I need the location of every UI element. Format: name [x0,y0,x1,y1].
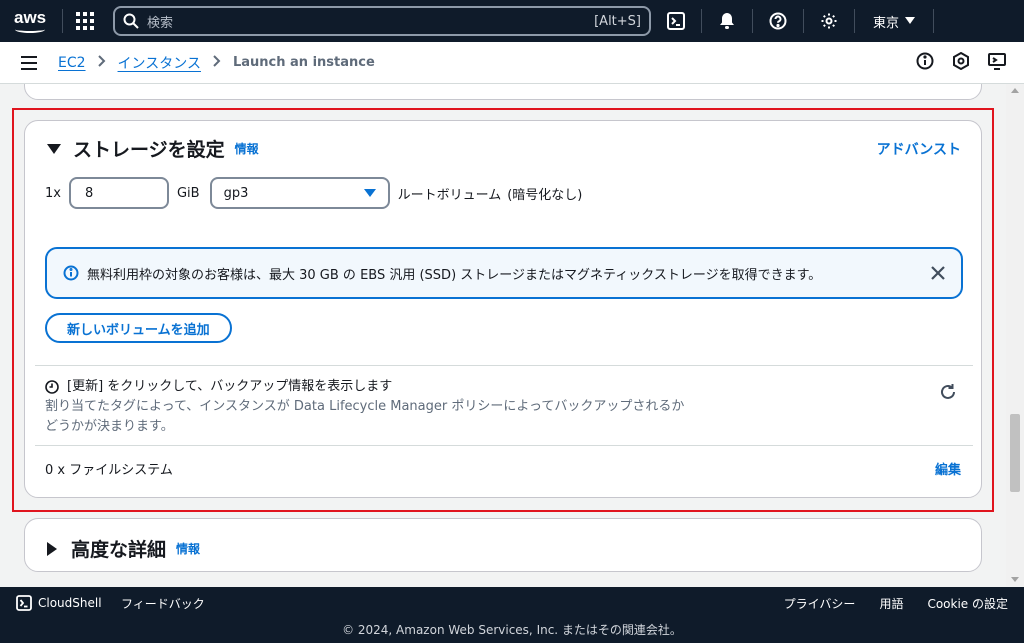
feedback-link[interactable]: フィードバック [121,595,205,612]
clock-icon [45,380,59,394]
alert-message: 無料利用枠の対象のお客様は、最大 30 GB の EBS 汎用 (SSD) スト… [87,267,822,283]
region-selector[interactable]: 東京 [855,12,933,31]
info-panel-icon[interactable] [916,52,934,74]
search-shortcut: [Alt+S] [594,13,641,29]
breadcrumb: EC2 インスタンス Launch an instance [58,53,375,73]
root-volume-label: ルートボリューム [397,187,502,203]
volume-size-input[interactable]: 8 [68,177,169,209]
edit-filesystem-link[interactable]: 編集 [935,459,961,478]
encryption-label: (暗号化なし) [507,187,583,203]
search-icon [123,13,139,29]
previous-section-card [24,84,982,100]
breadcrumb-ec2[interactable]: EC2 [58,55,86,71]
vertical-scrollbar[interactable] [1006,84,1024,586]
volume-unit: GiB [176,185,200,201]
scrollbar-thumb[interactable] [1010,414,1020,492]
advanced-link[interactable]: アドバンスト [877,139,961,159]
expand-triangle-icon[interactable] [47,541,57,556]
main-content: ストレージを設定 情報 アドバンスト 1x 8 GiB gp3 ルートボリューム… [0,84,1006,586]
privacy-link[interactable]: プライバシー [784,595,856,612]
top-navigation: aws 検索 [Alt+S] 東京 [0,0,1024,42]
security-hex-icon[interactable] [952,51,970,74]
cookie-settings-link[interactable]: Cookie の設定 [927,595,1008,612]
close-icon[interactable] [931,266,945,280]
breadcrumb-bar: EC2 インスタンス Launch an instance [0,42,1024,84]
backup-info: [更新] をクリックして、バックアップ情報を表示します 割り当てたタグによって、… [45,377,765,437]
cloudshell-icon[interactable] [651,0,701,42]
search-input[interactable]: 検索 [Alt+S] [113,6,651,36]
help-icon[interactable] [753,0,803,42]
info-circle-icon [63,265,79,281]
terms-link[interactable]: 用語 [879,595,903,612]
add-volume-button[interactable]: 新しいボリュームを追加 [45,313,232,343]
nav-divider [933,9,935,33]
backup-description-1: 割り当てたタグによって、インスタンスが Data Lifecycle Manag… [45,399,685,414]
volume-size-value: 8 [84,185,94,201]
divider [35,365,973,366]
aws-logo[interactable]: aws [14,8,62,33]
divider [35,445,973,446]
volume-type-select[interactable]: gp3 [209,177,390,209]
collapse-triangle-icon[interactable] [47,143,61,154]
storage-card: ストレージを設定 情報 アドバンスト 1x 8 GiB gp3 ルートボリューム… [24,120,982,498]
cloudshell-label: CloudShell [38,596,102,610]
breadcrumb-instances[interactable]: インスタンス [118,53,201,73]
volume-row: 1x 8 GiB gp3 ルートボリューム (暗号化なし) [45,177,582,209]
storage-title: ストレージを設定 [73,139,225,161]
region-label: 東京 [873,15,900,31]
volume-count: 1x [45,185,61,201]
cloudshell-icon [16,595,32,611]
scroll-down-icon[interactable] [1011,577,1019,582]
advanced-details-title: 高度な詳細 [71,539,167,561]
caret-down-icon [905,17,916,24]
storage-info-link[interactable]: 情報 [235,140,259,157]
caret-down-icon [363,189,376,197]
breadcrumb-current: Launch an instance [232,55,375,70]
chevron-right-icon [213,54,221,71]
footer: CloudShell フィードバック プライバシー 用語 Cookie の設定 … [0,587,1024,643]
settings-gear-icon[interactable] [804,0,854,42]
filesystem-count: 0 x ファイルシステム [45,463,173,478]
cloudshell-footer-button[interactable]: CloudShell [16,595,102,611]
advanced-details-card[interactable]: 高度な詳細 情報 [24,518,982,572]
backup-description-2: どうかが決まります。 [45,419,174,434]
search-placeholder: 検索 [147,15,174,31]
refresh-icon[interactable] [939,383,957,405]
copyright: © 2024, Amazon Web Services, Inc. またはその関… [342,623,682,637]
free-tier-alert: 無料利用枠の対象のお客様は、最大 30 GB の EBS 汎用 (SSD) スト… [45,247,963,299]
aws-logo-text: aws [14,8,47,27]
backup-title: [更新] をクリックして、バックアップ情報を表示します [67,379,393,394]
volume-type-value: gp3 [223,185,249,201]
scroll-up-icon[interactable] [1011,88,1019,93]
chevron-right-icon [97,54,106,71]
advanced-details-info-link[interactable]: 情報 [176,540,200,557]
feedback-screen-icon[interactable] [988,52,1006,74]
services-menu-icon[interactable] [63,12,107,30]
notifications-icon[interactable] [702,0,752,42]
menu-hamburger-icon[interactable] [0,55,58,70]
